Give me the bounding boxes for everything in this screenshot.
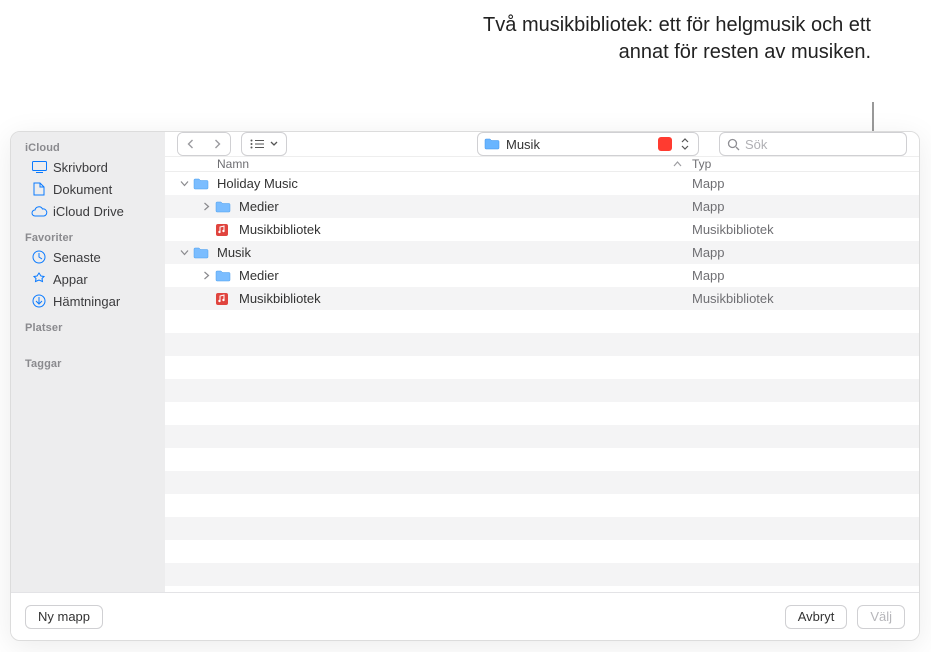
disclosure-triangle-icon[interactable]: [177, 179, 191, 188]
table-row[interactable]: Musikbibliotek Musikbibliotek: [165, 218, 919, 241]
sidebar-item-label: Dokument: [53, 182, 112, 197]
sidebar-item-skrivbord[interactable]: Skrivbord: [11, 156, 165, 178]
desktop-icon: [31, 159, 47, 175]
column-header-type[interactable]: Typ: [692, 157, 919, 171]
sidebar-heading-platser: Platser: [11, 318, 165, 336]
table-row[interactable]: Holiday Music Mapp: [165, 172, 919, 195]
list-view-icon: [250, 139, 264, 149]
row-type-label: Musikbibliotek: [692, 291, 919, 306]
folder-icon: [484, 138, 500, 150]
table-row[interactable]: Medier Mapp: [165, 195, 919, 218]
search-icon: [727, 138, 740, 151]
choose-button[interactable]: Välj: [857, 605, 905, 629]
path-label: Musik: [506, 137, 652, 152]
search-field[interactable]: [719, 132, 907, 156]
nav-buttons: [177, 132, 231, 156]
path-indicator-icon: [658, 137, 672, 151]
table-row: [165, 563, 919, 586]
column-header-name[interactable]: Namn: [217, 157, 692, 171]
view-mode-button[interactable]: [241, 132, 287, 156]
search-input[interactable]: [745, 137, 899, 152]
folder-icon: [215, 199, 231, 215]
table-row: [165, 402, 919, 425]
popup-arrows-icon: [678, 134, 692, 154]
folder-icon: [193, 245, 209, 261]
download-icon: [31, 293, 47, 309]
sidebar-heading-icloud: iCloud: [11, 138, 165, 156]
dialog-footer: Ny mapp Avbryt Välj: [11, 592, 919, 640]
callout-caption: Två musikbibliotek: ett för helgmusik oc…: [471, 12, 871, 66]
file-list: Holiday Music Mapp Medier Mapp Musikbibliote…: [165, 172, 919, 592]
sidebar-item-dokument[interactable]: Dokument: [11, 178, 165, 200]
forward-button[interactable]: [204, 133, 230, 155]
chevron-right-icon: [212, 139, 222, 149]
table-row: [165, 586, 919, 592]
apps-icon: [31, 271, 47, 287]
row-name-label: Medier: [239, 268, 279, 283]
toolbar: Musik: [165, 132, 919, 157]
sidebar-heading-favoriter: Favoriter: [11, 228, 165, 246]
table-row: [165, 379, 919, 402]
table-row[interactable]: Musikbibliotek Musikbibliotek: [165, 287, 919, 310]
row-type-label: Mapp: [692, 176, 919, 191]
sidebar-item-senaste[interactable]: Senaste: [11, 246, 165, 268]
row-name-label: Holiday Music: [217, 176, 298, 191]
row-name-label: Medier: [239, 199, 279, 214]
table-row: [165, 425, 919, 448]
folder-icon: [193, 176, 209, 192]
sort-ascending-icon: [673, 159, 682, 170]
disclosure-triangle-icon[interactable]: [177, 248, 191, 257]
row-name-label: Musikbibliotek: [239, 222, 321, 237]
table-row: [165, 471, 919, 494]
row-name-label: Musikbibliotek: [239, 291, 321, 306]
chevron-left-icon: [186, 139, 196, 149]
column-header-name-label: Namn: [217, 157, 249, 171]
music-library-icon: [215, 222, 231, 238]
table-row[interactable]: Medier Mapp: [165, 264, 919, 287]
row-type-label: Mapp: [692, 268, 919, 283]
row-type-label: Mapp: [692, 245, 919, 260]
sidebar-item-label: iCloud Drive: [53, 204, 124, 219]
column-headers: Namn Typ: [165, 157, 919, 172]
chevron-down-icon: [270, 141, 278, 147]
row-type-label: Mapp: [692, 199, 919, 214]
document-icon: [31, 181, 47, 197]
disclosure-triangle-icon[interactable]: [199, 271, 213, 280]
finder-dialog: iCloud Skrivbord Dokument iCloud Drive F…: [10, 131, 920, 641]
table-row: [165, 310, 919, 333]
sidebar-item-label: Hämtningar: [53, 294, 120, 309]
sidebar-item-hamtningar[interactable]: Hämtningar: [11, 290, 165, 312]
table-row[interactable]: Musik Mapp: [165, 241, 919, 264]
table-row: [165, 448, 919, 471]
table-row: [165, 494, 919, 517]
path-popup[interactable]: Musik: [477, 132, 699, 156]
table-row: [165, 356, 919, 379]
clock-icon: [31, 249, 47, 265]
table-row: [165, 517, 919, 540]
back-button[interactable]: [178, 133, 204, 155]
sidebar-item-label: Skrivbord: [53, 160, 108, 175]
new-folder-button[interactable]: Ny mapp: [25, 605, 103, 629]
table-row: [165, 333, 919, 356]
music-library-icon: [215, 291, 231, 307]
row-name-label: Musik: [217, 245, 251, 260]
sidebar-item-label: Appar: [53, 272, 88, 287]
sidebar-heading-taggar: Taggar: [11, 354, 165, 372]
disclosure-triangle-icon[interactable]: [199, 202, 213, 211]
folder-icon: [215, 268, 231, 284]
main-panel: Musik Namn: [165, 132, 919, 592]
table-row: [165, 540, 919, 563]
cloud-icon: [31, 203, 47, 219]
cancel-button[interactable]: Avbryt: [785, 605, 848, 629]
sidebar: iCloud Skrivbord Dokument iCloud Drive F…: [11, 132, 165, 592]
sidebar-item-icloud-drive[interactable]: iCloud Drive: [11, 200, 165, 222]
row-type-label: Musikbibliotek: [692, 222, 919, 237]
sidebar-item-appar[interactable]: Appar: [11, 268, 165, 290]
sidebar-item-label: Senaste: [53, 250, 101, 265]
